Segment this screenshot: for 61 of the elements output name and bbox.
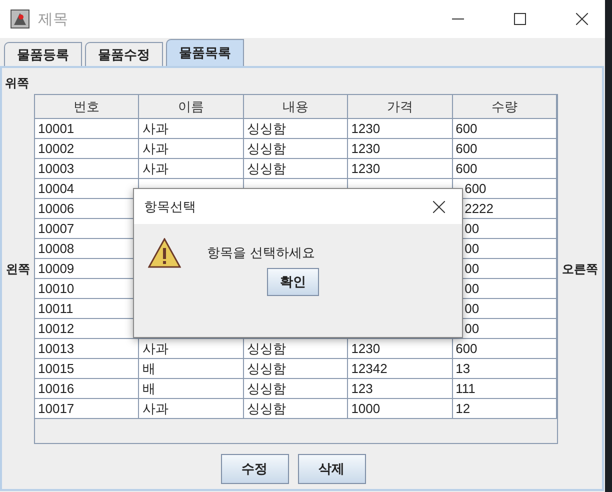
maximize-icon — [514, 13, 526, 25]
tab[interactable]: 물품등록 — [4, 42, 82, 66]
table-cell: 10016 — [35, 379, 140, 399]
table-cell: 111 — [452, 379, 557, 399]
table-cell: 1230 — [348, 159, 453, 179]
action-button[interactable]: 수정 — [220, 454, 288, 484]
column-header[interactable]: 가격 — [348, 95, 453, 119]
table-cell: 1230 — [348, 139, 453, 159]
left-label: 왼쪽 — [6, 260, 30, 278]
table-cell: 1000 — [348, 399, 453, 419]
table-cell: 600 — [452, 179, 557, 199]
window-title: 제목 — [38, 10, 68, 28]
right-label: 오른쪽 — [562, 260, 598, 278]
table-cell: 12342 — [348, 359, 453, 379]
table-cell: 싱싱함 — [244, 159, 348, 179]
table-cell: 13 — [452, 359, 557, 379]
table-cell: 싱싱함 — [244, 339, 348, 359]
table-cell: 600 — [452, 159, 557, 179]
table-cell: 600 — [452, 119, 557, 139]
table-cell: 사과 — [139, 139, 244, 159]
action-button[interactable]: 삭제 — [298, 454, 366, 484]
table-cell: 600 — [452, 139, 557, 159]
table-cell: 싱싱함 — [244, 379, 348, 399]
table-cell: 사과 — [139, 399, 244, 419]
table-cell: 사과 — [139, 159, 244, 179]
close-icon — [433, 200, 445, 212]
top-label: 위쪽 — [5, 76, 29, 90]
table-cell: 10003 — [35, 159, 140, 179]
table-cell: 10015 — [35, 359, 140, 379]
column-header[interactable]: 번호 — [35, 95, 140, 119]
table-cell: 싱싱함 — [244, 359, 348, 379]
table-cell: 10001 — [35, 119, 140, 139]
column-header[interactable]: 수량 — [452, 95, 557, 119]
table-cell: 1230 — [348, 339, 453, 359]
app-icon — [10, 9, 30, 29]
ok-button[interactable]: 확인 — [267, 268, 319, 296]
table-cell: 10017 — [35, 399, 140, 419]
column-header[interactable]: 이름 — [139, 95, 244, 119]
table-cell: 싱싱함 — [244, 119, 348, 139]
table-cell: 123 — [348, 379, 453, 399]
table-cell: 1230 — [348, 119, 453, 139]
warning-icon — [148, 238, 181, 268]
table-cell: 00 — [452, 319, 557, 339]
table-cell: 배 — [139, 359, 244, 379]
table-cell: 10012 — [35, 319, 140, 339]
table-cell: 12 — [452, 399, 557, 419]
table-cell: 사과 — [139, 339, 244, 359]
table-cell: 600 — [452, 339, 557, 359]
close-icon — [576, 13, 588, 25]
tab[interactable]: 물품목록 — [166, 39, 244, 66]
table-cell: 10004 — [35, 179, 140, 199]
table-cell: 싱싱함 — [244, 139, 348, 159]
dialog-title: 항목선택 — [144, 198, 196, 216]
table-cell: 싱싱함 — [244, 399, 348, 419]
dialog-message: 항목을 선택하세요 — [207, 245, 316, 262]
table-cell: 배 — [139, 379, 244, 399]
tab[interactable]: 물품수정 — [85, 42, 163, 66]
column-header[interactable]: 내용 — [244, 95, 348, 119]
table-cell: 10002 — [35, 139, 140, 159]
table-cell: 10013 — [35, 339, 140, 359]
table-cell: 사과 — [139, 119, 244, 139]
